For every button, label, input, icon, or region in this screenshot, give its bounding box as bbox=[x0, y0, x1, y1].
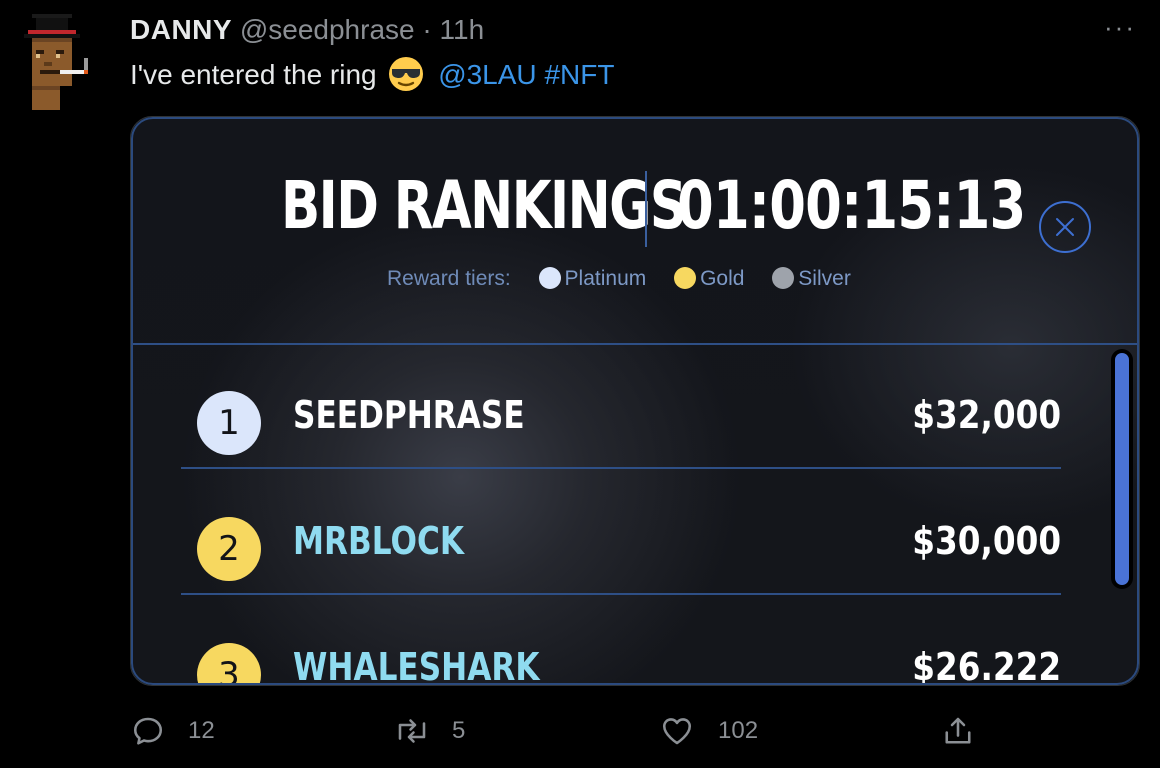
mention-link[interactable]: @3LAU bbox=[438, 59, 536, 90]
retweet-button[interactable]: 5 bbox=[392, 706, 465, 756]
more-options-icon[interactable]: ··· bbox=[1104, 12, 1136, 43]
card-header: BID RANKINGS 01:00:15:13 bbox=[131, 167, 1139, 257]
legend-platinum-label: Platinum bbox=[564, 267, 647, 290]
retweet-icon bbox=[398, 719, 426, 743]
header-divider bbox=[645, 171, 647, 247]
ranking-row[interactable]: 1 SEEDPHRASE $32,000 bbox=[181, 345, 1061, 469]
legend-item-silver: Silver bbox=[772, 267, 851, 291]
row-divider bbox=[181, 593, 1061, 595]
bidder-name: SEEDPHRASE bbox=[293, 393, 525, 437]
rank-badge: 2 bbox=[197, 517, 261, 581]
bid-amount: $30,000 bbox=[912, 519, 1061, 563]
rank-badge: 3 bbox=[197, 643, 261, 685]
avatar[interactable] bbox=[20, 14, 92, 110]
platinum-dot-icon bbox=[538, 267, 561, 289]
row-divider bbox=[181, 467, 1061, 469]
share-icon bbox=[945, 717, 971, 744]
bid-amount: $26.222 bbox=[912, 645, 1061, 686]
like-button[interactable]: 102 bbox=[658, 706, 758, 756]
share-button[interactable] bbox=[940, 706, 976, 756]
heart-icon bbox=[662, 718, 692, 745]
reply-icon bbox=[133, 717, 163, 745]
display-name[interactable]: DANNY bbox=[130, 14, 232, 45]
separator-dot: · bbox=[422, 14, 432, 45]
legend-item-gold: Gold bbox=[674, 267, 744, 291]
close-icon[interactable] bbox=[1039, 201, 1091, 253]
legend-item-platinum: Platinum bbox=[538, 267, 647, 291]
ranking-row[interactable]: 3 WHALESHARK $26.222 bbox=[181, 597, 1061, 686]
tweet-actions: 12 5 102 bbox=[130, 706, 1130, 756]
bidder-name: MRBLOCK bbox=[293, 519, 465, 563]
ranking-row[interactable]: 2 MRBLOCK $30,000 bbox=[181, 471, 1061, 595]
hashtag-link[interactable]: #NFT bbox=[544, 59, 614, 90]
timestamp[interactable]: 11h bbox=[440, 14, 485, 45]
reward-tiers-legend: Reward tiers: Platinum Gold Silver bbox=[387, 267, 851, 291]
like-count: 102 bbox=[718, 717, 759, 744]
reply-count: 12 bbox=[188, 717, 215, 744]
legend-gold-label: Gold bbox=[700, 267, 745, 290]
countdown-timer: 01:00:15:13 bbox=[677, 167, 1026, 244]
user-handle[interactable]: @seedphrase bbox=[240, 14, 415, 45]
legend-label: Reward tiers: bbox=[387, 267, 511, 290]
legend-silver-label: Silver bbox=[798, 267, 851, 290]
card-title: BID RANKINGS bbox=[281, 167, 687, 244]
gold-dot-icon bbox=[674, 267, 697, 289]
reply-button[interactable]: 12 bbox=[130, 706, 215, 756]
tweet-header: DANNY @seedphrase · 11h bbox=[130, 14, 484, 46]
silver-dot-icon bbox=[772, 267, 795, 289]
sunglasses-emoji-icon bbox=[388, 56, 424, 92]
tweet-text-body: I've entered the ring bbox=[130, 59, 377, 90]
retweet-count: 5 bbox=[452, 717, 466, 744]
bidder-name: WHALESHARK bbox=[293, 645, 540, 686]
tweet-text: I've entered the ring @3LAU #NFT bbox=[130, 56, 614, 92]
bid-amount: $32,000 bbox=[912, 393, 1061, 437]
rank-badge: 1 bbox=[197, 391, 261, 455]
scrollbar-thumb[interactable] bbox=[1115, 353, 1129, 585]
media-card[interactable]: BID RANKINGS 01:00:15:13 Reward tiers: P… bbox=[130, 116, 1140, 686]
